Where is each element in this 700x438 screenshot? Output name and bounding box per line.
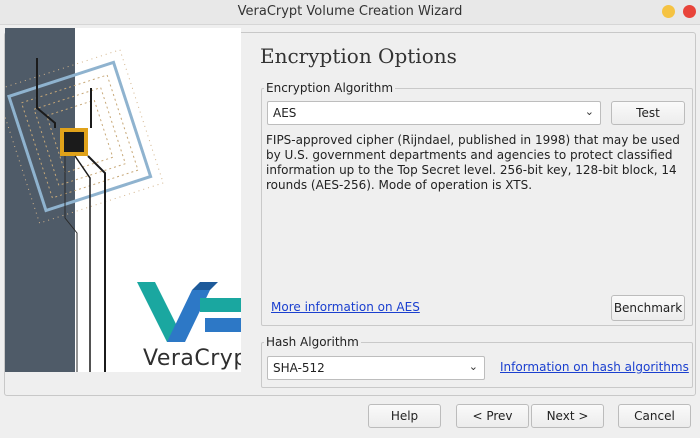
hash-algorithm-value: SHA-512 [273, 361, 325, 375]
hash-info-link[interactable]: Information on hash algorithms [500, 360, 689, 374]
close-icon[interactable] [683, 5, 696, 18]
prev-button[interactable]: < Prev [456, 404, 529, 428]
hash-algorithm-select[interactable]: SHA-512 ⌄ [267, 356, 485, 380]
chevron-down-icon: ⌄ [468, 360, 478, 373]
encryption-algorithm-value: AES [273, 106, 297, 120]
encryption-algorithm-select[interactable]: AES ⌄ [267, 101, 601, 125]
logo-text: VeraCrypt [143, 346, 241, 371]
title-bar: VeraCrypt Volume Creation Wizard [0, 0, 700, 25]
benchmark-button[interactable]: Benchmark [611, 295, 685, 321]
minimize-icon[interactable] [662, 5, 675, 18]
help-button[interactable]: Help [368, 404, 441, 428]
window-title: VeraCrypt Volume Creation Wizard [237, 4, 463, 19]
algorithm-description: FIPS-approved cipher (Rijndael, publishe… [266, 133, 680, 192]
chevron-down-icon: ⌄ [584, 105, 594, 118]
veracrypt-banner-image [5, 28, 241, 372]
hash-group-label: Hash Algorithm [264, 335, 361, 349]
page-title: Encryption Options [260, 44, 457, 68]
cancel-button[interactable]: Cancel [618, 404, 691, 428]
next-button[interactable]: Next > [531, 404, 604, 428]
encryption-group-label: Encryption Algorithm [264, 81, 396, 95]
test-button[interactable]: Test [611, 101, 685, 125]
wizard-graphic: VeraCrypt [5, 28, 241, 372]
more-info-aes-link[interactable]: More information on AES [271, 300, 420, 314]
